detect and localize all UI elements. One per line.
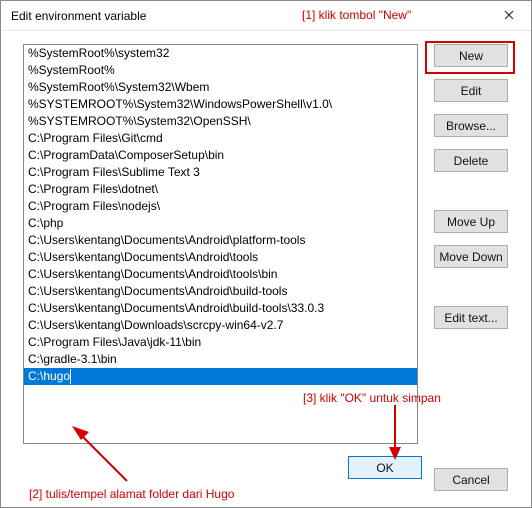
- edit-text-button[interactable]: Edit text...: [434, 306, 508, 329]
- cancel-button[interactable]: Cancel: [434, 468, 508, 491]
- list-item[interactable]: %SYSTEMROOT%\System32\WindowsPowerShell\…: [24, 96, 417, 113]
- list-item[interactable]: C:\Users\kentang\Documents\Android\tools…: [24, 266, 417, 283]
- new-button[interactable]: New: [434, 44, 508, 67]
- list-item[interactable]: C:\hugo: [24, 368, 417, 385]
- delete-button[interactable]: Delete: [434, 149, 508, 172]
- list-item[interactable]: %SYSTEMROOT%\System32\OpenSSH\: [24, 113, 417, 130]
- list-item[interactable]: C:\Users\kentang\Downloads\scrcpy-win64-…: [24, 317, 417, 334]
- list-item[interactable]: C:\Program Files\Java\jdk-11\bin: [24, 334, 417, 351]
- list-item[interactable]: %SystemRoot%\system32: [24, 45, 417, 62]
- dialog-window: Edit environment variable %SystemRoot%\s…: [0, 0, 532, 508]
- window-title: Edit environment variable: [11, 9, 489, 23]
- edit-button[interactable]: Edit: [434, 79, 508, 102]
- close-button[interactable]: [489, 2, 529, 30]
- list-item[interactable]: C:\gradle-3.1\bin: [24, 351, 417, 368]
- titlebar: Edit environment variable: [1, 1, 531, 31]
- list-item[interactable]: C:\php: [24, 215, 417, 232]
- dialog-body: %SystemRoot%\system32%SystemRoot%%System…: [1, 31, 531, 507]
- list-item[interactable]: C:\Program Files\dotnet\: [24, 181, 417, 198]
- list-item[interactable]: C:\Users\kentang\Documents\Android\tools: [24, 249, 417, 266]
- list-item[interactable]: C:\Program Files\Sublime Text 3: [24, 164, 417, 181]
- side-buttons: New Edit Browse... Delete Move Up Move D…: [434, 44, 508, 329]
- list-item[interactable]: %SystemRoot%: [24, 62, 417, 79]
- list-item[interactable]: C:\Users\kentang\Documents\Android\platf…: [24, 232, 417, 249]
- browse-button[interactable]: Browse...: [434, 114, 508, 137]
- move-up-button[interactable]: Move Up: [434, 210, 508, 233]
- move-down-button[interactable]: Move Down: [434, 245, 508, 268]
- list-item[interactable]: C:\Users\kentang\Documents\Android\build…: [24, 300, 417, 317]
- list-item[interactable]: C:\Program Files\Git\cmd: [24, 130, 417, 147]
- bottom-buttons: OK Cancel: [348, 456, 508, 491]
- list-item[interactable]: %SystemRoot%\System32\Wbem: [24, 79, 417, 96]
- list-item[interactable]: C:\ProgramData\ComposerSetup\bin: [24, 147, 417, 164]
- path-listbox[interactable]: %SystemRoot%\system32%SystemRoot%%System…: [23, 44, 418, 444]
- list-item[interactable]: C:\Program Files\nodejs\: [24, 198, 417, 215]
- ok-button[interactable]: OK: [348, 456, 422, 479]
- list-item[interactable]: C:\Users\kentang\Documents\Android\build…: [24, 283, 417, 300]
- close-icon: [504, 9, 514, 23]
